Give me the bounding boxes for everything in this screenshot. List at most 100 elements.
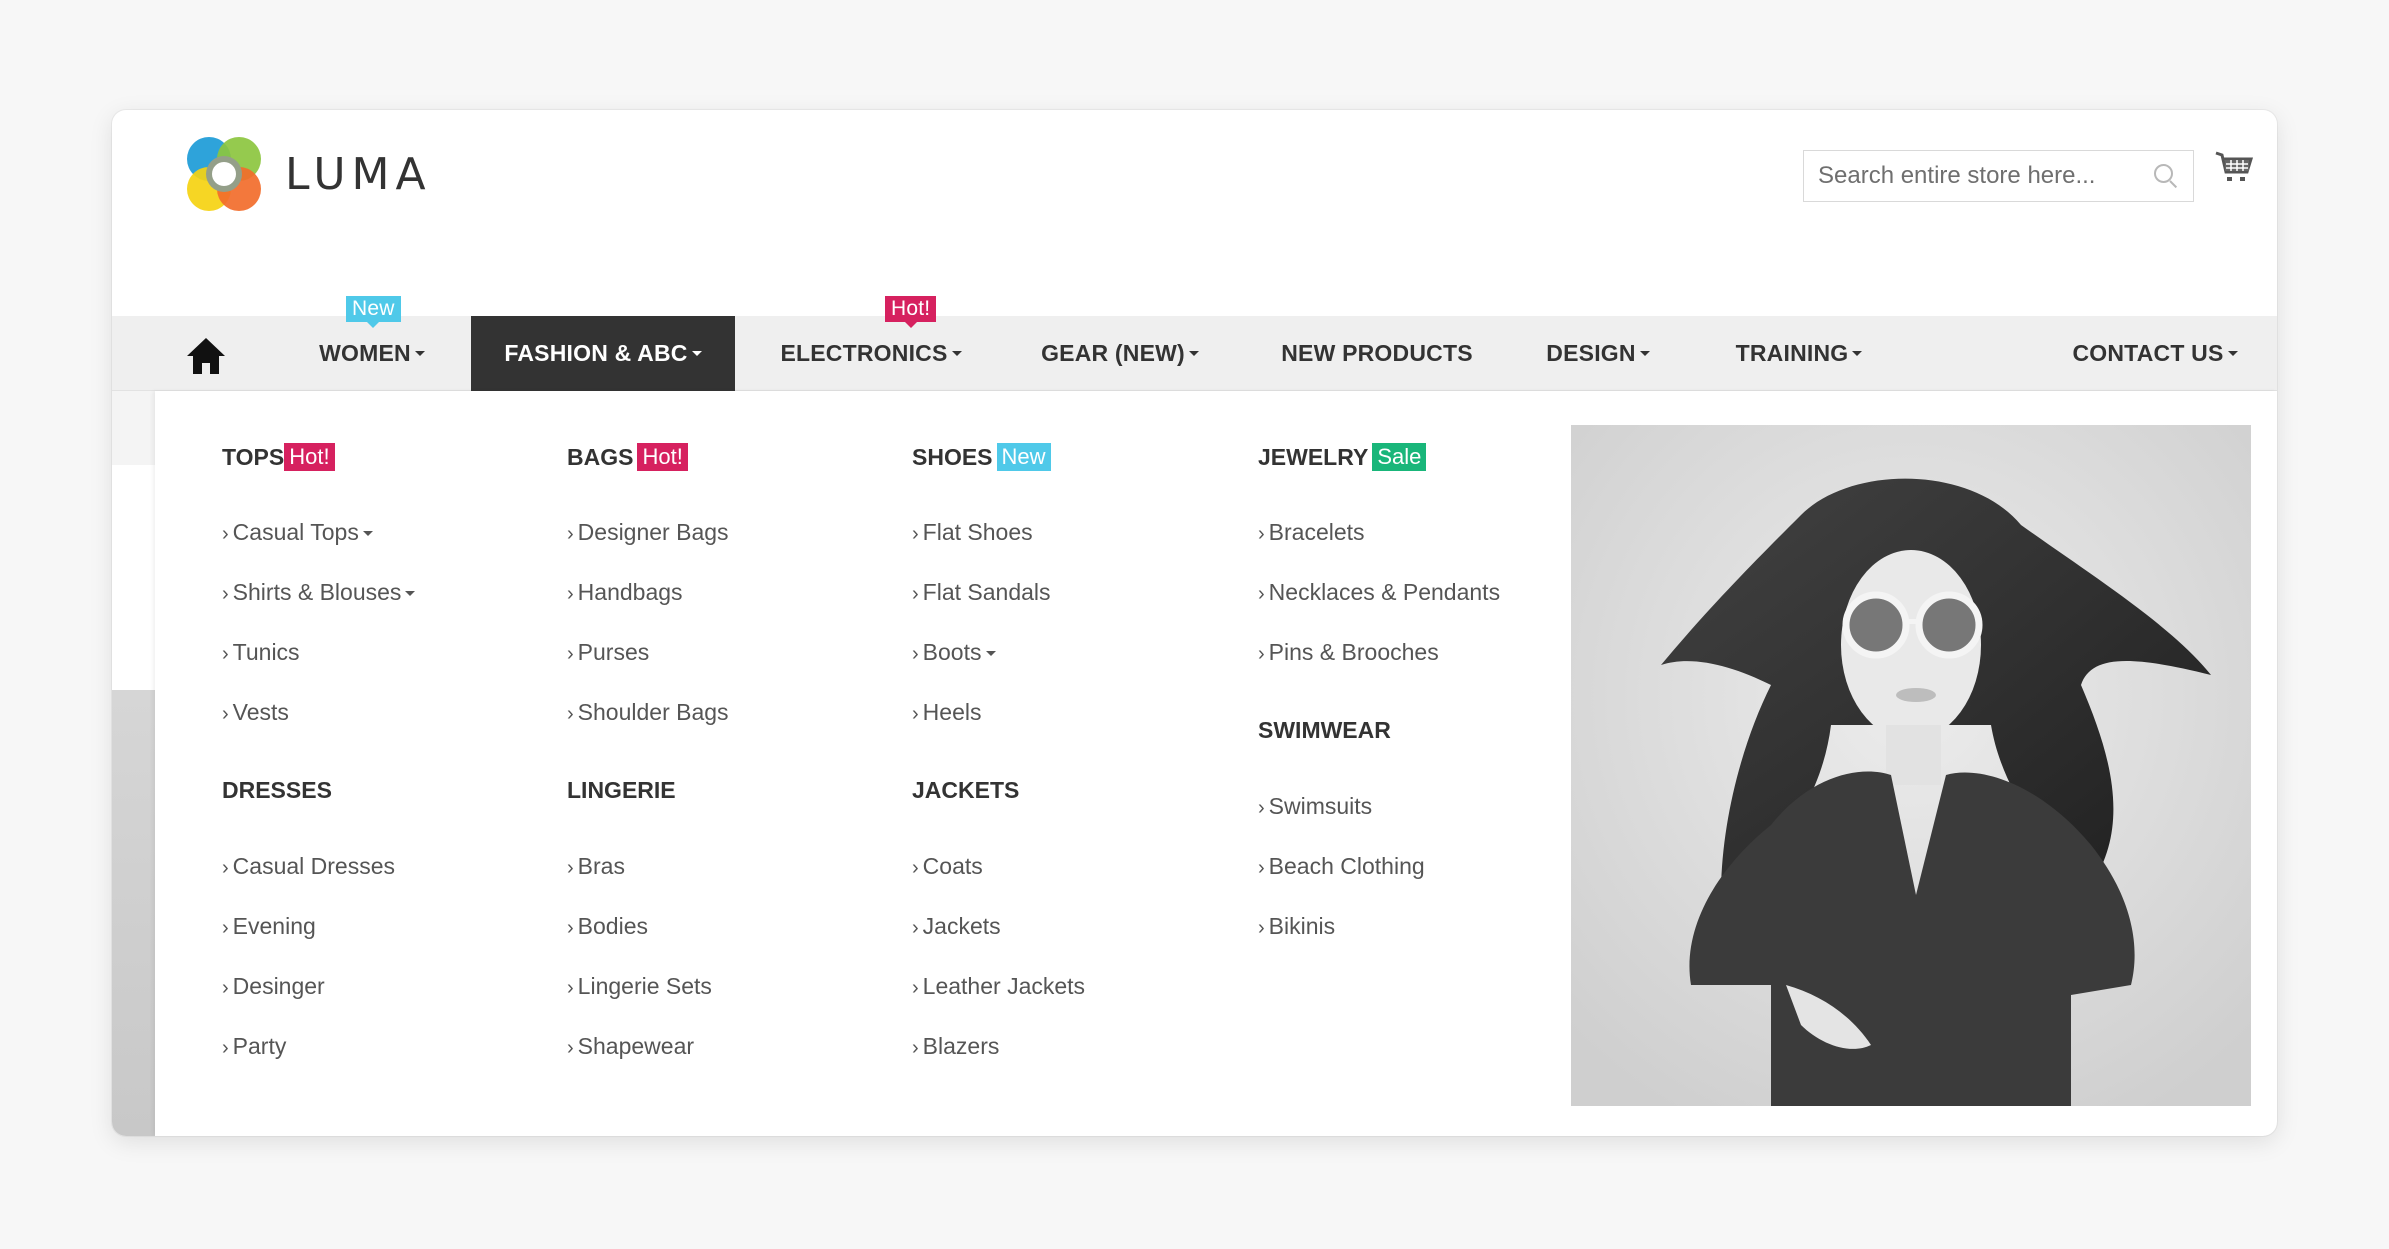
menu-item[interactable]: › Vests <box>222 699 289 726</box>
chevron-right-icon: › <box>222 643 229 665</box>
chevron-right-icon: › <box>912 583 919 605</box>
promo-image[interactable] <box>1571 425 2251 1106</box>
luma-logo-icon <box>185 135 263 213</box>
badge-hot: Hot! <box>284 443 335 471</box>
menu-item[interactable]: › Coats <box>912 853 983 880</box>
caret-down-icon <box>2227 351 2238 356</box>
page-card: LUMA New WOMEN FASHION & <box>112 110 2277 1136</box>
chevron-right-icon: › <box>1258 797 1265 819</box>
menu-item[interactable]: › Jackets <box>912 913 1001 940</box>
item-label: Boots <box>922 639 982 665</box>
chevron-right-icon: › <box>912 1037 919 1059</box>
item-label: Handbags <box>577 579 683 605</box>
chevron-right-icon: › <box>222 857 229 879</box>
category-heading-lingerie[interactable]: LINGERIE <box>567 777 676 804</box>
nav-item-gear-new[interactable]: GEAR (NEW) <box>1030 316 1210 391</box>
chevron-right-icon: › <box>567 1037 574 1059</box>
item-label: Bras <box>577 853 625 879</box>
nav-item-training[interactable]: TRAINING <box>1724 316 1874 391</box>
badge-hot: Hot! <box>637 443 688 471</box>
menu-item[interactable]: › Boots <box>912 639 996 666</box>
menu-item[interactable]: › Purses <box>567 639 649 666</box>
menu-item[interactable]: › Swimsuits <box>1258 793 1372 820</box>
item-label: Lingerie Sets <box>577 973 712 999</box>
category-heading-shoes[interactable]: SHOES New <box>912 443 1051 471</box>
nav-item-women[interactable]: New WOMEN <box>302 296 442 391</box>
menu-item[interactable]: › Bras <box>567 853 625 880</box>
item-label: Desinger <box>232 973 325 999</box>
home-icon <box>187 338 225 374</box>
item-label: Shoulder Bags <box>577 699 729 725</box>
chevron-right-icon: › <box>1258 523 1265 545</box>
nav-label: WOMEN <box>319 340 411 366</box>
heading-text: BAGS <box>567 443 634 470</box>
menu-item[interactable]: › Flat Shoes <box>912 519 1033 546</box>
category-heading-bags[interactable]: BAGS Hot! <box>567 443 688 471</box>
home-button[interactable] <box>185 334 227 376</box>
category-heading-jewelry[interactable]: JEWELRY Sale <box>1258 443 1427 471</box>
badge-new: New <box>996 443 1051 471</box>
menu-item[interactable]: › Leather Jackets <box>912 973 1085 1000</box>
item-label: Pins & Brooches <box>1268 639 1439 665</box>
search-box[interactable] <box>1803 150 2194 202</box>
nav-label: NEW PRODUCTS <box>1281 340 1473 366</box>
item-label: Bikinis <box>1268 913 1336 939</box>
menu-item[interactable]: › Beach Clothing <box>1258 853 1425 880</box>
menu-item[interactable]: › Lingerie Sets <box>567 973 712 1000</box>
item-label: Designer Bags <box>577 519 729 545</box>
category-heading-dresses[interactable]: DRESSES <box>222 777 332 804</box>
menu-item[interactable]: › Blazers <box>912 1033 999 1060</box>
chevron-right-icon: › <box>567 977 574 999</box>
menu-item[interactable]: › Bikinis <box>1258 913 1335 940</box>
menu-item[interactable]: › Heels <box>912 699 981 726</box>
menu-item[interactable]: › Shapewear <box>567 1033 694 1060</box>
chevron-right-icon: › <box>567 523 574 545</box>
menu-item[interactable]: › Tunics <box>222 639 300 666</box>
heading-text: SHOES <box>912 443 993 470</box>
chevron-right-icon: › <box>1258 583 1265 605</box>
item-label: Bodies <box>577 913 648 939</box>
menu-item[interactable]: › Bracelets <box>1258 519 1365 546</box>
caret-down-icon <box>691 351 702 356</box>
nav-item-new-products[interactable]: NEW PRODUCTS <box>1272 316 1482 391</box>
menu-item[interactable]: › Casual Dresses <box>222 853 395 880</box>
menu-item[interactable]: › Necklaces & Pendants <box>1258 579 1500 606</box>
nav-item-electronics[interactable]: Hot! ELECTRONICS <box>773 296 969 391</box>
menu-item[interactable]: › Bodies <box>567 913 648 940</box>
search-input[interactable] <box>1818 162 2153 190</box>
item-label: Flat Shoes <box>922 519 1033 545</box>
menu-item[interactable]: › Shirts & Blouses <box>222 579 416 606</box>
menu-item[interactable]: › Casual Tops <box>222 519 373 546</box>
menu-item[interactable]: › Evening <box>222 913 316 940</box>
menu-item[interactable]: › Handbags <box>567 579 683 606</box>
menu-item[interactable]: › Shoulder Bags <box>567 699 729 726</box>
category-heading-swimwear[interactable]: SWIMWEAR <box>1258 717 1391 744</box>
heading-text: LINGERIE <box>567 777 676 803</box>
caret-down-icon <box>414 351 425 356</box>
item-label: Beach Clothing <box>1268 853 1425 879</box>
item-label: Casual Dresses <box>232 853 396 879</box>
nav-label: FASHION & ABC <box>504 340 688 366</box>
heading-text: TOPS <box>222 443 285 470</box>
logo[interactable]: LUMA <box>185 135 432 213</box>
menu-item[interactable]: › Pins & Brooches <box>1258 639 1439 666</box>
search-icon[interactable] <box>2153 163 2179 189</box>
main-nav: New WOMEN FASHION & ABC Hot! ELECTRONICS… <box>112 296 2277 391</box>
item-label: Party <box>232 1033 287 1059</box>
nav-item-design[interactable]: DESIGN <box>1538 316 1658 391</box>
category-heading-tops[interactable]: TOPS Hot! <box>222 443 335 471</box>
cart-button[interactable] <box>2214 150 2254 192</box>
caret-down-icon <box>985 651 996 657</box>
nav-badge-hot: Hot! <box>885 296 937 328</box>
chevron-right-icon: › <box>222 583 229 605</box>
nav-item-contact-us[interactable]: CONTACT US <box>2065 316 2245 391</box>
menu-item[interactable]: › Flat Sandals <box>912 579 1051 606</box>
menu-item[interactable]: › Party <box>222 1033 286 1060</box>
category-heading-jackets[interactable]: JACKETS <box>912 777 1019 804</box>
chevron-right-icon: › <box>567 643 574 665</box>
menu-item[interactable]: › Designer Bags <box>567 519 729 546</box>
nav-item-fashion-abc[interactable]: FASHION & ABC <box>471 316 735 391</box>
chevron-right-icon: › <box>222 1037 229 1059</box>
menu-item[interactable]: › Desinger <box>222 973 325 1000</box>
caret-down-icon <box>1852 351 1863 356</box>
